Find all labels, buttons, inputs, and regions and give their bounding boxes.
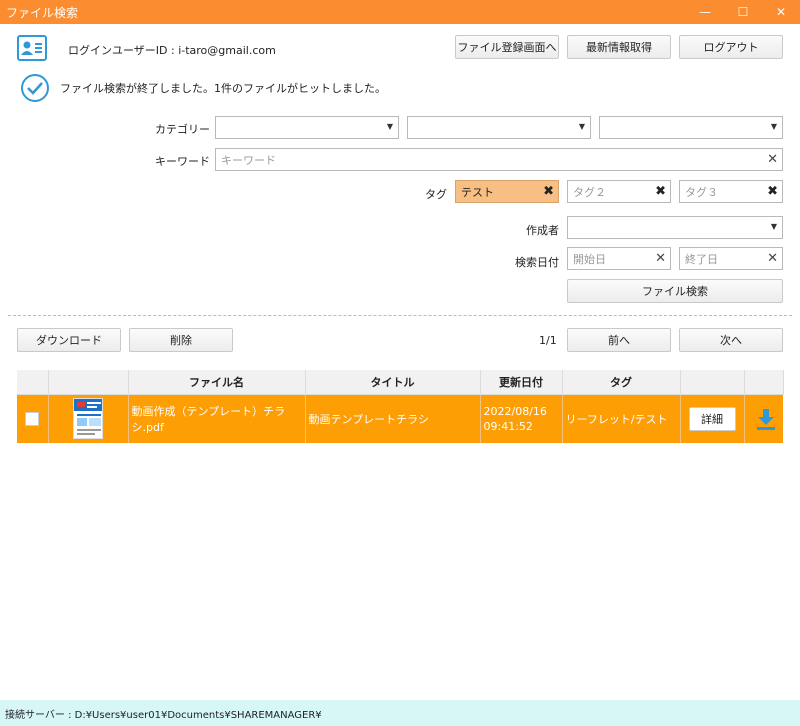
- file-register-button[interactable]: ファイル登録画面へ: [455, 35, 559, 59]
- title-cell: 動画テンプレートチラシ: [305, 394, 481, 443]
- date-value: 2022/08/16: [483, 404, 547, 418]
- download-icon[interactable]: [756, 407, 776, 431]
- results-table: ファイル名 タイトル 更新日付 タグ 動画作成（テンプレート）チラシ.pdf 動…: [17, 370, 784, 443]
- detail-cell: 詳細: [680, 394, 745, 443]
- tag-cell: リーフレット/テスト: [562, 394, 681, 443]
- tag1-input[interactable]: テスト ✖: [455, 180, 559, 203]
- next-button[interactable]: 次へ: [679, 328, 783, 352]
- tag2-placeholder: タグ２: [573, 185, 606, 199]
- date-label: 検索日付: [515, 256, 559, 269]
- keyword-input[interactable]: キーワード ✕: [215, 148, 783, 171]
- clear-icon[interactable]: ✖: [655, 184, 666, 199]
- end-date-input[interactable]: 終了日 ✕: [679, 247, 783, 270]
- clear-icon[interactable]: ✖: [543, 184, 554, 199]
- clear-icon[interactable]: ✖: [767, 184, 778, 199]
- header-detail: [680, 370, 745, 395]
- close-icon[interactable]: ✕: [762, 0, 800, 24]
- start-date-input[interactable]: 開始日 ✕: [567, 247, 671, 270]
- refresh-button[interactable]: 最新情報取得: [567, 35, 671, 59]
- thumbnail-cell: [48, 394, 129, 443]
- title-bar: ファイル検索 — ☐ ✕: [0, 0, 800, 24]
- end-date-placeholder: 終了日: [685, 252, 718, 266]
- tag1-value: テスト: [461, 185, 494, 199]
- table-row[interactable]: 動画作成（テンプレート）チラシ.pdf 動画テンプレートチラシ 2022/08/…: [17, 394, 783, 443]
- header-filename: ファイル名: [128, 370, 306, 395]
- header-title: タイトル: [305, 370, 481, 395]
- header-tag: タグ: [562, 370, 681, 395]
- minimize-icon[interactable]: —: [686, 0, 724, 24]
- detail-button[interactable]: 詳細: [688, 406, 736, 431]
- delete-button[interactable]: 削除: [129, 328, 233, 352]
- download-button[interactable]: ダウンロード: [17, 328, 121, 352]
- row-checkbox[interactable]: [25, 411, 39, 426]
- clear-icon[interactable]: ✕: [655, 251, 666, 266]
- category-select-3[interactable]: ▼: [599, 116, 783, 139]
- maximize-icon[interactable]: ☐: [724, 0, 762, 24]
- user-card-icon: [17, 35, 47, 61]
- date-cell: 2022/08/16 09:41:52: [480, 394, 563, 443]
- category-label: カテゴリー: [155, 123, 210, 136]
- tag3-input[interactable]: タグ３ ✖: [679, 180, 783, 203]
- file-search-button[interactable]: ファイル検索: [567, 279, 783, 303]
- filename-cell: 動画作成（テンプレート）チラシ.pdf: [128, 394, 306, 443]
- tag-label: タグ: [425, 188, 447, 201]
- chevron-down-icon: ▼: [770, 222, 777, 231]
- login-user-label: ログインユーザーID : i-taro@gmail.com: [68, 44, 276, 57]
- file-thumbnail: [73, 398, 103, 440]
- header-download: [744, 370, 784, 395]
- category-select-2[interactable]: ▼: [407, 116, 591, 139]
- header-checkbox: [17, 370, 49, 395]
- keyword-label: キーワード: [155, 155, 210, 168]
- logout-button[interactable]: ログアウト: [679, 35, 783, 59]
- prev-button[interactable]: 前へ: [567, 328, 671, 352]
- chevron-down-icon: ▼: [386, 122, 393, 131]
- window-title: ファイル検索: [6, 5, 79, 20]
- search-result-message: ファイル検索が終了しました。1件のファイルがヒットしました。: [60, 82, 386, 95]
- page-indicator: 1/1: [539, 334, 557, 347]
- header-date: 更新日付: [480, 370, 563, 395]
- clear-icon[interactable]: ✕: [767, 152, 778, 167]
- clear-icon[interactable]: ✕: [767, 251, 778, 266]
- check-circle-icon: [20, 73, 50, 103]
- download-cell: [744, 394, 783, 443]
- time-value: 09:41:52: [483, 419, 533, 433]
- start-date-placeholder: 開始日: [573, 252, 606, 266]
- header-thumbnail: [48, 370, 129, 395]
- keyword-placeholder: キーワード: [221, 153, 276, 167]
- tag3-placeholder: タグ３: [685, 185, 718, 199]
- tag2-input[interactable]: タグ２ ✖: [567, 180, 671, 203]
- author-label: 作成者: [526, 224, 559, 237]
- row-checkbox-cell: [17, 394, 49, 443]
- author-select[interactable]: ▼: [567, 216, 783, 239]
- section-divider: [8, 315, 792, 316]
- table-header-row: ファイル名 タイトル 更新日付 タグ: [17, 370, 784, 395]
- category-select-1[interactable]: ▼: [215, 116, 399, 139]
- status-bar: 接続サーバー : D:¥Users¥user01¥Documents¥SHARE…: [0, 700, 800, 726]
- chevron-down-icon: ▼: [770, 122, 777, 131]
- chevron-down-icon: ▼: [578, 122, 585, 131]
- server-path-text: 接続サーバー : D:¥Users¥user01¥Documents¥SHARE…: [5, 709, 322, 721]
